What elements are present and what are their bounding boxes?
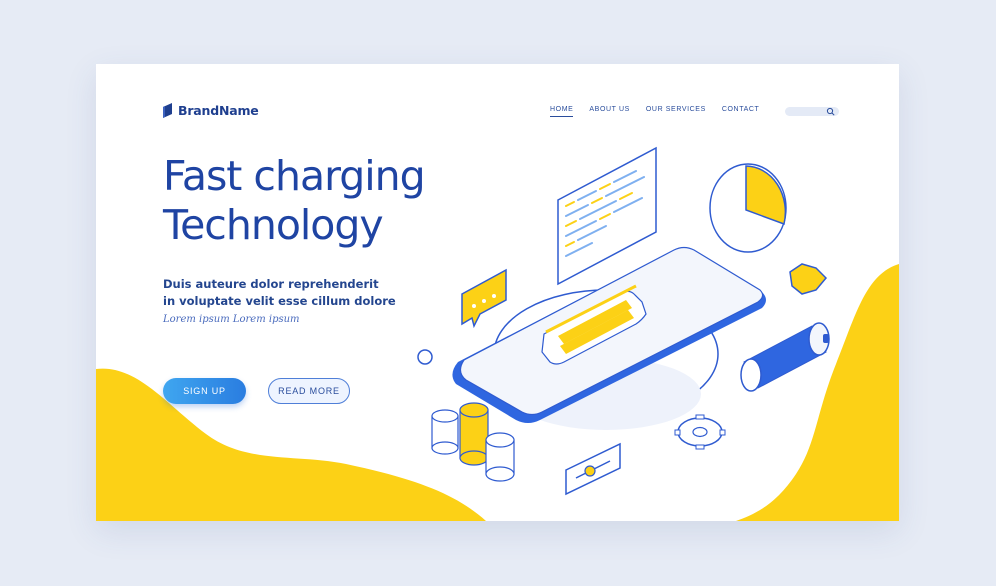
data-panel-icon [557, 146, 657, 286]
fast-charging-illustration [417, 146, 830, 496]
hexagon-icon [789, 263, 828, 295]
pie-chart-icon [709, 163, 787, 253]
toggle-card-icon [565, 442, 621, 496]
chat-bubble-icon [461, 268, 507, 329]
coin-stack-icon [431, 402, 515, 482]
dot-icon [417, 349, 433, 365]
landing-card: BrandName HOME ABOUT US OUR SERVICES CON… [96, 64, 899, 521]
battery-icon [740, 322, 830, 392]
gear-icon [674, 414, 726, 450]
